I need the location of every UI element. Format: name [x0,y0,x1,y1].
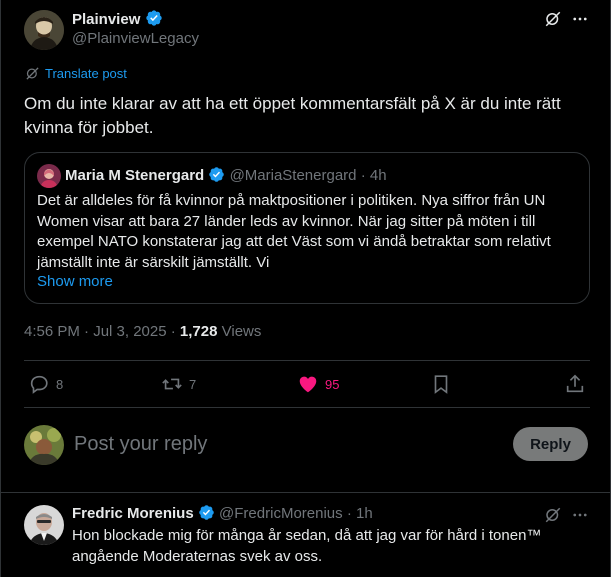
author-name[interactable]: Plainview [72,11,140,28]
repost-count: 7 [189,376,197,392]
reply-icon [28,373,50,395]
divider [24,407,590,408]
quote-time[interactable]: 4h [370,167,387,184]
repost-icon [161,373,183,395]
divider [24,360,590,361]
share-icon [564,373,586,395]
like-count: 95 [325,376,340,392]
post-timestamp[interactable]: 4:56 PM · Jul 3, 2025 · [24,323,180,340]
quote-author-name[interactable]: Maria M Stenergard [65,167,204,184]
grok-icon[interactable] [543,505,563,525]
reply-input-placeholder: Post your reply [74,433,208,455]
reply-text: Hon blockade mig för många år sedan, då … [72,527,542,565]
reply-input[interactable]: Post your reply [74,431,494,457]
author-avatar[interactable] [24,10,64,50]
verified-badge-icon [198,504,215,527]
share-button[interactable] [564,373,586,395]
views-count: 1,728 [179,323,218,340]
reply-button[interactable]: 8 [28,373,63,395]
verified-badge-icon [208,166,225,189]
timeline-left-border [0,0,1,577]
user-avatar[interactable] [24,425,64,465]
reply-count: 8 [56,376,64,392]
post-text: Om du inte klarar av att ha ett öppet ko… [24,94,561,137]
reply-author-name[interactable]: Fredric Morenius [72,505,194,522]
author-handle[interactable]: @PlainviewLegacy [72,29,199,49]
reply-time[interactable]: 1h [356,505,373,522]
quote-author-avatar[interactable] [37,164,61,188]
heart-icon [297,373,319,395]
quote-author-handle[interactable]: @MariaStenergard [230,167,357,184]
translate-post-link[interactable]: Translate post [25,66,127,81]
reply-submit-button[interactable]: Reply [513,427,588,461]
reply-author-avatar[interactable] [24,505,64,545]
divider [0,492,611,493]
post-meta: 4:56 PM · Jul 3, 2025 · 1,728 Views [24,322,261,342]
reply-author-handle[interactable]: @FredricMorenius [219,505,343,522]
translate-icon [25,66,40,81]
bookmark-button[interactable] [430,373,452,395]
grok-icon[interactable] [543,9,563,29]
views-label: Views [217,323,262,340]
quote-text: Det är alldeles för få kvinnor på maktpo… [37,192,551,271]
reply-submit-label: Reply [530,435,571,453]
like-button[interactable]: 95 [297,373,339,395]
more-icon[interactable] [569,9,591,29]
more-icon[interactable] [569,505,591,525]
quote-separator: · [360,167,366,184]
repost-button[interactable]: 7 [161,373,196,395]
reply-separator: · [346,505,352,522]
translate-label: Translate post [45,66,127,81]
show-more-link[interactable]: Show more [37,272,113,292]
bookmark-icon [430,373,452,395]
